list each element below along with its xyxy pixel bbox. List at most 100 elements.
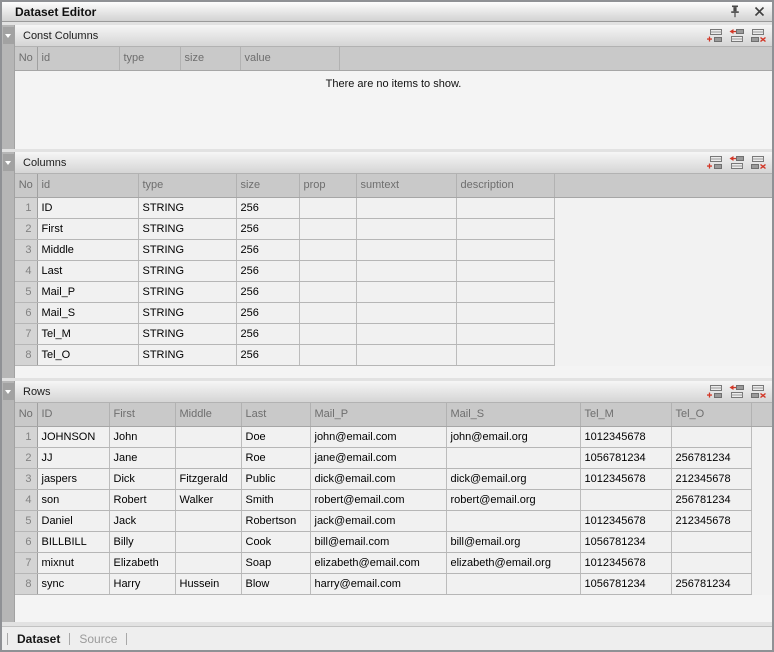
data-cell[interactable] [456, 323, 554, 344]
data-cell[interactable]: STRING [138, 281, 236, 302]
data-cell[interactable]: JJ [37, 447, 109, 468]
data-cell[interactable] [671, 552, 751, 573]
data-cell[interactable] [356, 302, 456, 323]
data-cell[interactable]: Smith [241, 489, 310, 510]
data-cell[interactable]: Fitzgerald [175, 468, 241, 489]
row-number-cell[interactable]: 7 [15, 552, 37, 573]
data-cell[interactable]: jaspers [37, 468, 109, 489]
data-cell[interactable] [456, 260, 554, 281]
data-cell[interactable] [299, 218, 356, 239]
data-cell[interactable]: Public [241, 468, 310, 489]
data-cell[interactable]: 1012345678 [580, 426, 671, 447]
data-cell[interactable]: dick@email.org [446, 468, 580, 489]
column-header[interactable]: type [119, 47, 180, 70]
data-cell[interactable]: STRING [138, 218, 236, 239]
data-cell[interactable]: dick@email.com [310, 468, 446, 489]
data-cell[interactable]: 1056781234 [580, 573, 671, 594]
delete-row-button[interactable] [750, 28, 767, 43]
row-number-cell[interactable]: 3 [15, 239, 37, 260]
row-number-cell[interactable]: 4 [15, 489, 37, 510]
row-number-cell[interactable]: 2 [15, 447, 37, 468]
data-cell[interactable]: john@email.org [446, 426, 580, 447]
data-cell[interactable]: Mail_S [37, 302, 138, 323]
row-number-cell[interactable]: 4 [15, 260, 37, 281]
column-header[interactable]: Tel_O [671, 403, 751, 426]
data-cell[interactable]: Daniel [37, 510, 109, 531]
column-header[interactable]: description [456, 174, 554, 197]
data-cell[interactable] [356, 218, 456, 239]
data-cell[interactable]: Dick [109, 468, 175, 489]
data-cell[interactable] [446, 573, 580, 594]
data-cell[interactable]: 256781234 [671, 447, 751, 468]
data-cell[interactable] [356, 344, 456, 365]
data-cell[interactable]: 212345678 [671, 510, 751, 531]
data-cell[interactable]: mixnut [37, 552, 109, 573]
add-row-button[interactable] [706, 384, 723, 399]
data-cell[interactable]: STRING [138, 239, 236, 260]
data-cell[interactable] [299, 281, 356, 302]
data-cell[interactable]: 256 [236, 302, 299, 323]
data-cell[interactable] [580, 489, 671, 510]
data-cell[interactable]: Elizabeth [109, 552, 175, 573]
data-cell[interactable] [446, 447, 580, 468]
data-cell[interactable]: STRING [138, 323, 236, 344]
data-cell[interactable] [175, 426, 241, 447]
row-number-cell[interactable]: 6 [15, 302, 37, 323]
data-cell[interactable] [299, 344, 356, 365]
data-cell[interactable]: Walker [175, 489, 241, 510]
data-cell[interactable]: 256 [236, 218, 299, 239]
column-header[interactable]: No [15, 403, 37, 426]
data-cell[interactable]: Doe [241, 426, 310, 447]
data-cell[interactable]: STRING [138, 302, 236, 323]
data-cell[interactable]: John [109, 426, 175, 447]
add-row-button[interactable] [706, 155, 723, 170]
tab-dataset[interactable]: Dataset [17, 632, 60, 646]
data-cell[interactable]: robert@email.com [310, 489, 446, 510]
data-cell[interactable] [356, 281, 456, 302]
column-header[interactable]: Middle [175, 403, 241, 426]
data-cell[interactable]: harry@email.com [310, 573, 446, 594]
data-cell[interactable] [671, 426, 751, 447]
data-cell[interactable]: Cook [241, 531, 310, 552]
data-cell[interactable] [446, 510, 580, 531]
data-cell[interactable] [175, 510, 241, 531]
data-cell[interactable]: Harry [109, 573, 175, 594]
data-cell[interactable] [456, 197, 554, 218]
data-cell[interactable]: 1056781234 [580, 531, 671, 552]
insert-row-button[interactable] [728, 28, 745, 43]
add-row-button[interactable] [706, 28, 723, 43]
collapse-button[interactable] [3, 154, 14, 171]
data-cell[interactable]: elizabeth@email.org [446, 552, 580, 573]
row-number-cell[interactable]: 3 [15, 468, 37, 489]
data-cell[interactable] [175, 552, 241, 573]
data-cell[interactable]: ID [37, 197, 138, 218]
data-cell[interactable]: elizabeth@email.com [310, 552, 446, 573]
data-cell[interactable] [299, 302, 356, 323]
column-header[interactable]: id [37, 174, 138, 197]
data-cell[interactable] [456, 302, 554, 323]
data-cell[interactable]: 212345678 [671, 468, 751, 489]
data-cell[interactable]: JOHNSON [37, 426, 109, 447]
pin-button[interactable] [728, 5, 742, 19]
data-cell[interactable]: Mail_P [37, 281, 138, 302]
delete-row-button[interactable] [750, 384, 767, 399]
column-header[interactable]: id [37, 47, 119, 70]
data-cell[interactable] [299, 323, 356, 344]
data-cell[interactable]: Soap [241, 552, 310, 573]
column-header[interactable]: First [109, 403, 175, 426]
data-cell[interactable]: jane@email.com [310, 447, 446, 468]
collapse-button[interactable] [3, 27, 14, 44]
data-cell[interactable]: bill@email.org [446, 531, 580, 552]
data-cell[interactable]: Middle [37, 239, 138, 260]
data-cell[interactable]: STRING [138, 197, 236, 218]
insert-row-button[interactable] [728, 384, 745, 399]
column-header[interactable]: Mail_P [310, 403, 446, 426]
column-header[interactable]: prop [299, 174, 356, 197]
data-cell[interactable]: 256781234 [671, 489, 751, 510]
data-cell[interactable]: 1012345678 [580, 510, 671, 531]
data-cell[interactable]: Robert [109, 489, 175, 510]
data-cell[interactable] [299, 197, 356, 218]
column-header[interactable]: ID [37, 403, 109, 426]
close-button[interactable] [752, 5, 766, 19]
data-cell[interactable]: 256781234 [671, 573, 751, 594]
